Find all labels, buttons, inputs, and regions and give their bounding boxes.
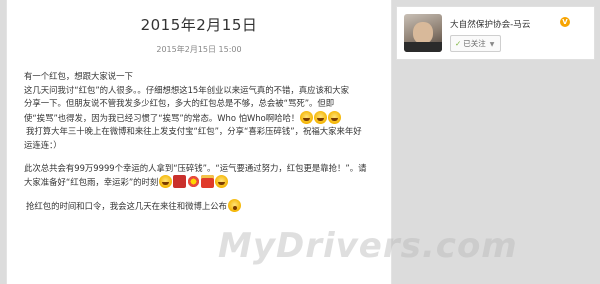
body-line: 分享一下。但朋友说不管我发多少红包，多大的红包总是不够，总会被“骂死”。但即 (24, 98, 335, 109)
body-line: 使“挨骂”也得发，因为我已经习惯了“挨骂”的常态。Who 怕Who啊哈哈！ (24, 110, 382, 126)
body-line: 此次总共会有99万9999个幸运的人拿到“压碎钱”。“运气要通过努力，红包更是靠… (24, 162, 367, 173)
author-name[interactable]: 大自然保护协会-马云 (450, 18, 530, 30)
heart-emoticon-icon (173, 175, 187, 189)
body-line: 大家准备好“红包雨，幸运彩”的时刻 (24, 175, 382, 190)
watermark: MyDrivers.com (218, 226, 518, 266)
article-body: 有一个红包，想跟大家说一下 这几天问我讨“红包”的人很多。。仔细想想这15年创业… (24, 70, 382, 213)
laugh-emoticon-icon (314, 110, 328, 124)
article-date: 2015年2月15日 15:00 (156, 45, 242, 54)
surprised-emoticon-icon (228, 198, 241, 212)
chevron-down-icon: ▼ (489, 41, 495, 48)
author-profile-card: 大自然保护协会-马云 V ✓ 已关注 ▼ (396, 6, 595, 60)
laugh-emoticon-icon (328, 110, 342, 124)
follow-status-button[interactable]: ✓ 已关注 ▼ (450, 35, 502, 52)
flower-emoticon-icon (187, 175, 201, 189)
laugh-emoticon-icon (300, 110, 314, 124)
verified-badge-icon: V (560, 17, 570, 27)
check-icon: ✓ (455, 39, 462, 48)
follow-label: 已关注 (463, 39, 486, 48)
laugh-emoticon-icon (159, 175, 173, 189)
body-line: 抢红包的时间和口令，我会这几天在来往和微博上公布 (24, 198, 382, 214)
red-packet-emoticon-icon (201, 175, 215, 189)
laugh-emoticon-icon (215, 175, 229, 189)
body-line: 有一个红包，想跟大家说一下 (24, 71, 133, 81)
body-line: 运连连：） (24, 139, 62, 150)
body-line: 我打算大年三十晚上在微博和来往上发支付宝“红包”，分享“喜彩压碎钱”，祝福大家来… (26, 126, 362, 137)
article-title: 2015年2月15日 (140, 16, 258, 34)
body-line: 这几天问我讨“红包”的人很多。。仔细想想这15年创业以来运气真的不错，真应该和大… (24, 84, 350, 95)
author-avatar[interactable] (404, 14, 442, 52)
